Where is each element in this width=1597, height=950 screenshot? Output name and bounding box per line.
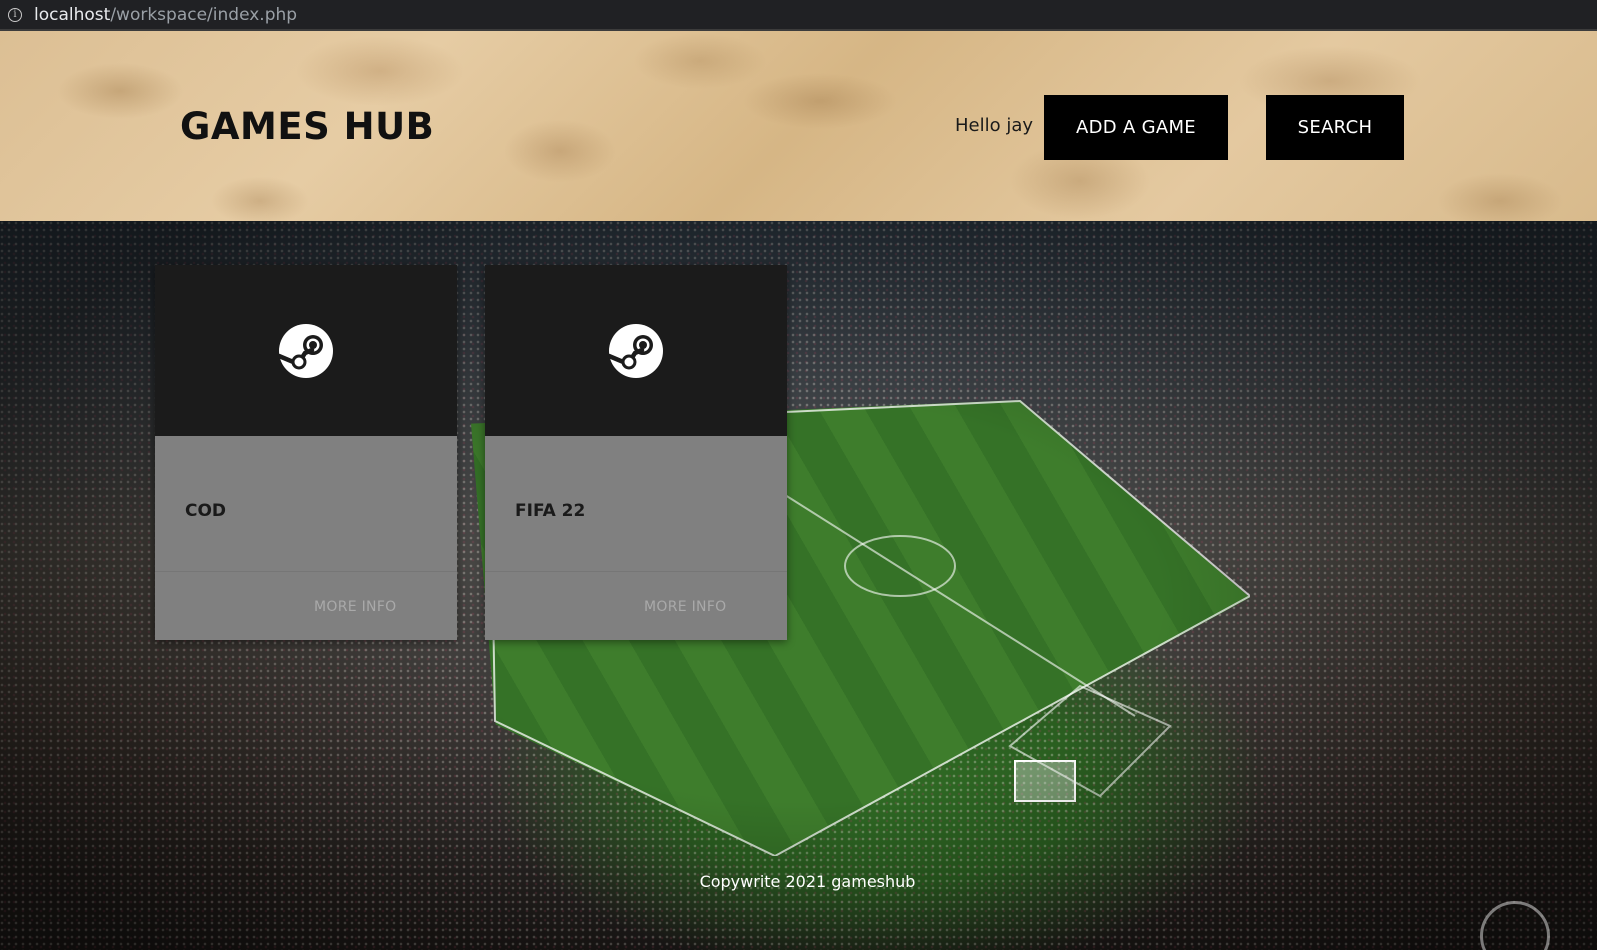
card-title: FIFA 22 [515, 501, 586, 521]
user-greeting: Hello jay [955, 115, 1034, 136]
card-image-area [155, 265, 457, 436]
card-divider [485, 571, 787, 572]
game-card[interactable]: FIFA 22 MORE INFO [485, 265, 787, 640]
game-card[interactable]: COD MORE INFO [155, 265, 457, 640]
site-header: GAMES HUB Hello jay ADD A GAME SEARCH [0, 31, 1597, 225]
browser-address-bar[interactable]: i localhost/workspace/index.php [0, 0, 1597, 31]
url-host: localhost [34, 4, 111, 25]
footer-text: Copywrite 2021 gameshub [699, 872, 916, 891]
search-button[interactable]: SEARCH [1266, 95, 1404, 160]
url-path: /workspace/index.php [110, 4, 298, 25]
main-content: COD MORE INFO FIFA 22 MORE INFO Copywrit… [0, 221, 1597, 950]
more-info-link[interactable]: MORE INFO [314, 599, 397, 615]
card-divider [155, 571, 457, 572]
card-image-area [485, 265, 787, 436]
site-info-icon[interactable]: i [8, 7, 22, 22]
steam-icon [278, 323, 333, 378]
add-game-button[interactable]: ADD A GAME [1044, 95, 1228, 160]
more-info-link[interactable]: MORE INFO [644, 599, 727, 615]
site-title[interactable]: GAMES HUB [180, 105, 434, 148]
steam-icon [608, 323, 663, 378]
card-title: COD [185, 501, 227, 521]
